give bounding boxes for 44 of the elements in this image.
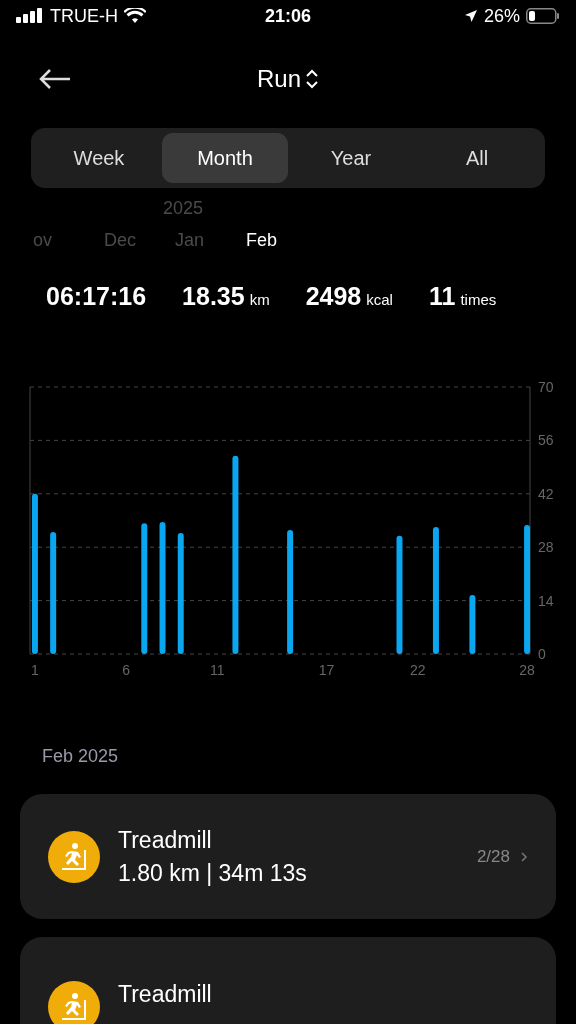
battery-percent: 26% [484, 5, 520, 27]
x-tick-label: 17 [318, 662, 335, 678]
y-tick-label: 28 [538, 539, 554, 556]
stat-value: 2498 [305, 281, 362, 311]
x-tick-label: 22 [409, 662, 426, 678]
clock-time: 21:06 [265, 5, 312, 27]
battery-icon [526, 8, 560, 24]
period-tab[interactable]: Week [36, 133, 162, 183]
stat-unit: kcal [366, 290, 393, 308]
y-tick-label: 42 [538, 485, 554, 502]
signal-icon [16, 8, 44, 24]
stat-value: 06:17:16 [46, 281, 147, 311]
y-tick-label: 14 [538, 592, 554, 609]
stat-unit: times [460, 290, 497, 308]
period-tab[interactable]: All [414, 133, 540, 183]
activity-date: 2/28 [476, 846, 528, 867]
chevron-right-icon [520, 850, 528, 863]
wifi-icon [124, 8, 146, 24]
activity-card[interactable]: Treadmill 1.80 km | 34m 13s 2/28 [20, 794, 556, 919]
y-tick-label: 0 [538, 646, 546, 662]
activity-summary: 1.80 km | 34m 13s [118, 859, 308, 887]
x-tick-label: 6 [122, 662, 130, 678]
y-tick-label: 56 [538, 432, 554, 449]
activity-name: Treadmill [118, 981, 213, 1008]
activity-name: Treadmill [118, 826, 213, 854]
up-down-chevron-icon [305, 68, 319, 90]
x-tick-label: 28 [519, 662, 535, 678]
year-label: 2025 [163, 198, 204, 219]
chart-bar [469, 594, 476, 654]
carrier-name: TRUE-H [50, 5, 118, 27]
stat-value: 11 [428, 281, 456, 311]
month-item[interactable]: Feb [246, 230, 317, 251]
activity-card[interactable]: Treadmill [20, 937, 556, 1024]
stat-value: 18.35 [182, 281, 245, 311]
period-tab[interactable]: Month [162, 133, 288, 183]
x-tick-label: 11 [209, 662, 225, 678]
y-tick-label: 70 [538, 379, 554, 395]
list-heading: Feb 2025 [42, 746, 120, 768]
period-tab[interactable]: Year [288, 133, 414, 183]
back-arrow-icon [38, 68, 72, 90]
x-tick-label: 1 [31, 662, 39, 678]
location-arrow-icon [464, 9, 478, 23]
stat-unit: km [249, 290, 270, 308]
sport-selector[interactable]: Run [257, 65, 319, 93]
